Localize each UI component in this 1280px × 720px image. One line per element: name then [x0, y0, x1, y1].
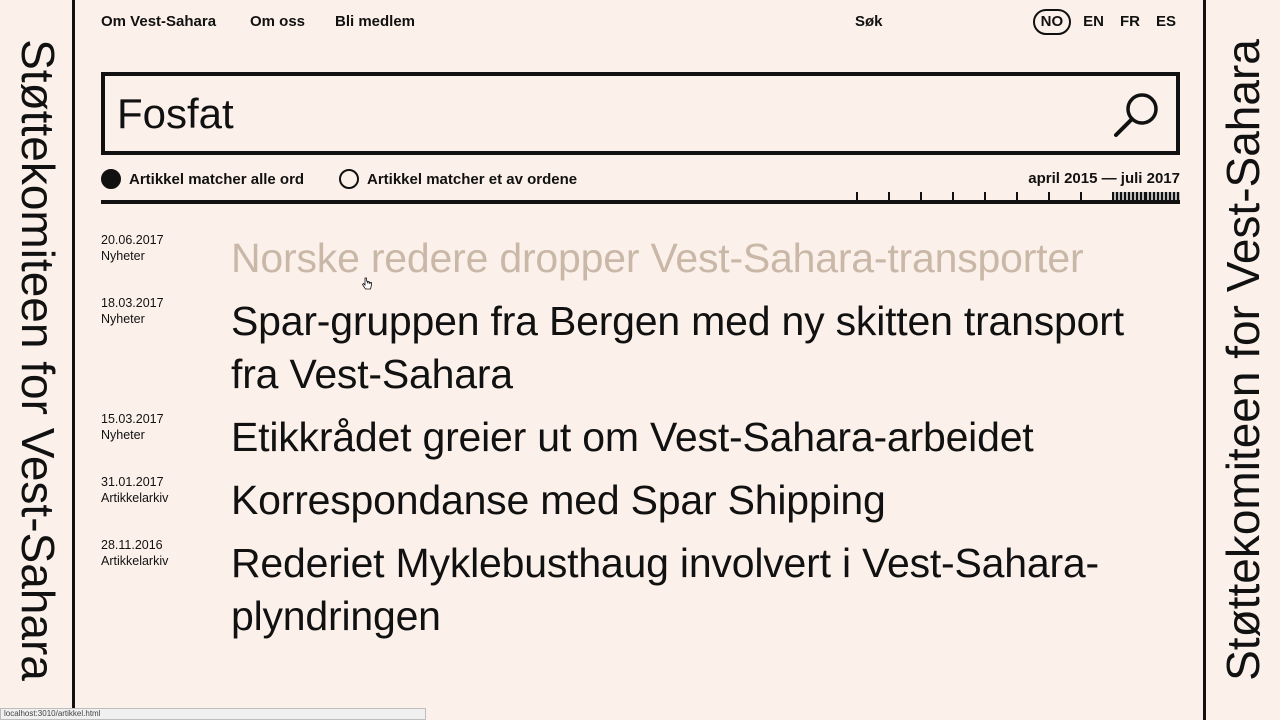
- result-category: Artikkelarkiv: [101, 554, 169, 568]
- result-meta: 18.03.2017 Nyheter: [101, 295, 211, 327]
- timeline-tick: [984, 192, 986, 200]
- result-item: 18.03.2017 Nyheter Spar-gruppen fra Berg…: [101, 295, 1180, 401]
- browser-status-bar: localhost:3010/artikkel.html: [0, 708, 426, 720]
- match-any-label: Artikkel matcher et av ordene: [367, 170, 578, 188]
- radio-empty-icon[interactable]: [339, 169, 359, 189]
- result-meta: 28.11.2016 Artikkelarkiv: [101, 537, 211, 569]
- timeline-tick: [888, 192, 890, 200]
- result-category: Nyheter: [101, 428, 145, 442]
- result-date: 28.11.2016: [101, 538, 163, 552]
- search-box: [101, 72, 1180, 155]
- match-any-option[interactable]: Artikkel matcher et av ordene: [339, 167, 577, 191]
- date-timeline[interactable]: [101, 192, 1180, 204]
- result-meta: 20.06.2017 Nyheter: [101, 232, 211, 264]
- language-switcher: NO EN FR ES: [1032, 9, 1180, 35]
- left-brand-bar: Støttekomiteen for Vest-Sahara: [0, 0, 75, 720]
- lang-no[interactable]: NO: [1032, 9, 1072, 35]
- brand-vertical-left: Støttekomiteen for Vest-Sahara: [12, 39, 64, 681]
- result-item: 15.03.2017 Nyheter Etikkrådet greier ut …: [101, 411, 1180, 464]
- search-results: 20.06.2017 Nyheter Norske redere dropper…: [101, 232, 1180, 653]
- result-meta: 15.03.2017 Nyheter: [101, 411, 211, 443]
- result-category: Nyheter: [101, 312, 145, 326]
- result-item: 20.06.2017 Nyheter Norske redere dropper…: [101, 232, 1180, 285]
- result-title-link[interactable]: Etikkrådet greier ut om Vest-Sahara-arbe…: [231, 411, 1180, 464]
- nav-item-bli-medlem[interactable]: Bli medlem: [335, 12, 415, 32]
- match-all-option[interactable]: Artikkel matcher alle ord: [101, 167, 304, 191]
- result-title-link[interactable]: Korrespondanse med Spar Shipping: [231, 474, 1180, 527]
- result-item: 28.11.2016 Artikkelarkiv Rederiet Mykleb…: [101, 537, 1180, 643]
- result-date: 15.03.2017: [101, 412, 164, 426]
- result-date: 18.03.2017: [101, 296, 164, 310]
- match-all-label: Artikkel matcher alle ord: [129, 170, 305, 188]
- timeline-handle-start[interactable]: [1112, 192, 1145, 200]
- timeline-tick: [952, 192, 954, 200]
- brand-vertical-right: Støttekomiteen for Vest-Sahara: [1217, 39, 1269, 681]
- timeline-tick: [920, 192, 922, 200]
- timeline-tick: [1016, 192, 1018, 200]
- result-meta: 31.01.2017 Artikkelarkiv: [101, 474, 211, 506]
- nav-item-om-oss[interactable]: Om oss: [250, 12, 305, 32]
- search-input[interactable]: [117, 90, 1097, 138]
- lang-fr[interactable]: FR: [1116, 11, 1144, 33]
- timeline-tick: [1080, 192, 1082, 200]
- result-title-link[interactable]: Norske redere dropper Vest-Sahara-transp…: [231, 232, 1180, 285]
- result-category: Artikkelarkiv: [101, 491, 169, 505]
- timeline-tick: [1048, 192, 1050, 200]
- search-options: Artikkel matcher alle ord Artikkel match…: [101, 167, 1180, 191]
- result-date: 20.06.2017: [101, 233, 164, 247]
- result-date: 31.01.2017: [101, 475, 164, 489]
- nav-item-om-vest-sahara[interactable]: Om Vest-Sahara: [101, 12, 216, 32]
- right-brand-bar: Støttekomiteen for Vest-Sahara: [1203, 0, 1280, 720]
- result-category: Nyheter: [101, 249, 145, 263]
- radio-filled-icon[interactable]: [101, 169, 121, 189]
- search-icon[interactable]: [1112, 90, 1162, 140]
- top-navigation: Om Vest-Sahara Om oss Bli medlem Søk: [101, 12, 1180, 32]
- lang-es[interactable]: ES: [1152, 11, 1180, 33]
- timeline-tick: [856, 192, 858, 200]
- hand-cursor-icon: [361, 277, 372, 290]
- result-title-link[interactable]: Spar-gruppen fra Bergen med ny skitten t…: [231, 295, 1180, 401]
- main-content: Om Vest-Sahara Om oss Bli medlem Søk NO …: [101, 0, 1180, 720]
- nav-item-sok[interactable]: Søk: [855, 12, 883, 32]
- timeline-handle-end[interactable]: [1145, 192, 1180, 200]
- date-range-label: april 2015 — juli 2017: [1028, 170, 1180, 187]
- result-title-link[interactable]: Rederiet Myklebusthaug involvert i Vest-…: [231, 537, 1180, 643]
- lang-en[interactable]: EN: [1079, 11, 1108, 33]
- result-item: 31.01.2017 Artikkelarkiv Korrespondanse …: [101, 474, 1180, 527]
